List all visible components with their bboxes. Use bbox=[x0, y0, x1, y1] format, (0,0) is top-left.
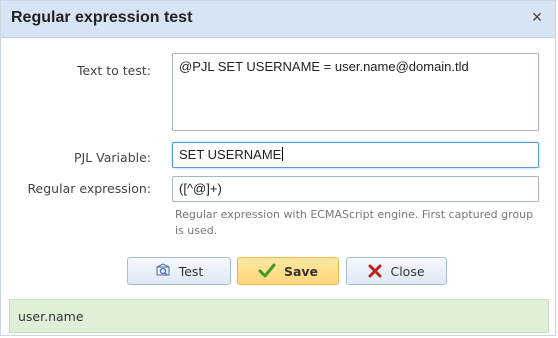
save-button-label: Save bbox=[283, 263, 319, 279]
regex-test-dialog: Regular expression test × Text to test: … bbox=[0, 0, 556, 336]
result-panel: user.name bbox=[9, 299, 549, 333]
test-button[interactable]: Test bbox=[127, 257, 231, 285]
test-icon bbox=[155, 263, 171, 279]
pjl-variable-label: PJL Variable: bbox=[74, 150, 151, 165]
red-x-icon bbox=[368, 264, 382, 278]
checkmark-icon bbox=[258, 263, 276, 279]
text-caret bbox=[282, 147, 284, 161]
test-button-label: Test bbox=[178, 263, 204, 279]
regex-label: Regular expression: bbox=[27, 181, 151, 196]
text-to-test-field[interactable]: @PJL SET USERNAME = user.name@domain.tld bbox=[172, 53, 539, 131]
save-button[interactable]: Save bbox=[237, 257, 339, 285]
regex-field[interactable]: ([^@]+) bbox=[172, 176, 539, 202]
dialog-titlebar: Regular expression test × bbox=[1, 1, 555, 38]
dialog-title: Regular expression test bbox=[11, 9, 193, 26]
dialog-close-icon[interactable]: × bbox=[527, 7, 547, 27]
pjl-variable-field[interactable]: SET USERNAME bbox=[172, 142, 539, 168]
close-button[interactable]: Close bbox=[346, 257, 447, 285]
result-text: user.name bbox=[18, 309, 84, 324]
pjl-variable-value: SET USERNAME bbox=[179, 147, 282, 162]
regex-help-text: Regular expression with ECMAScript engin… bbox=[175, 208, 534, 237]
text-to-test-label: Text to test: bbox=[77, 63, 151, 78]
close-button-label: Close bbox=[390, 263, 425, 279]
